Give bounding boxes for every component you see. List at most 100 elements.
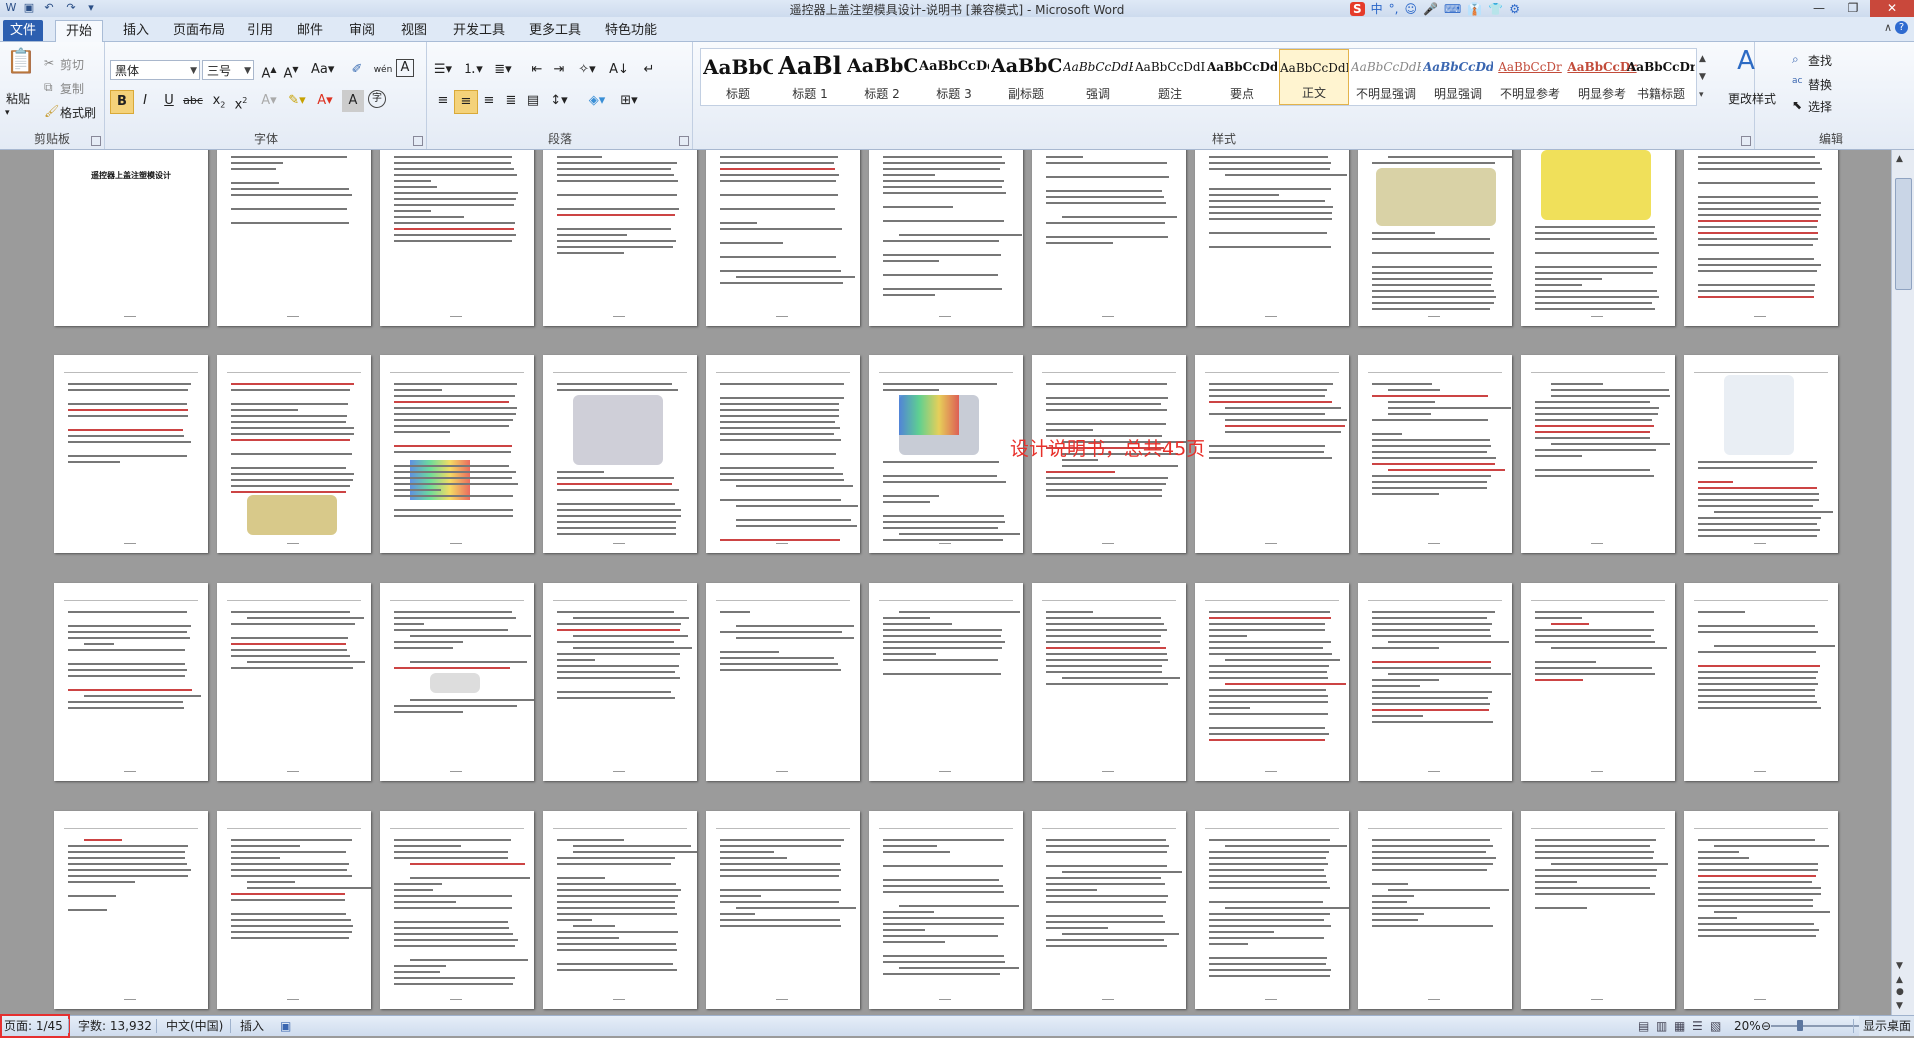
shrink-font-icon[interactable]: A▼ xyxy=(280,59,302,81)
ime-skin-icon[interactable]: 👔 xyxy=(1467,2,1482,16)
phonetic-guide-icon[interactable]: wén xyxy=(372,59,394,81)
page-thumbnail[interactable] xyxy=(380,811,534,1009)
text-effects-icon[interactable]: A▾ xyxy=(258,90,280,112)
page-thumbnail[interactable] xyxy=(543,355,697,553)
next-page-icon[interactable]: ▼ xyxy=(1896,1001,1903,1011)
style-intense-emphasis[interactable]: AaBbCcDdI 明显强调 xyxy=(1423,49,1493,105)
clear-format-icon[interactable]: ✐ xyxy=(346,59,368,81)
format-painter-icon[interactable]: 🖌 xyxy=(44,104,59,118)
style-book-title[interactable]: AaBbCcDr 书籍标题 xyxy=(1627,49,1695,105)
change-styles-icon[interactable]: A xyxy=(1730,48,1762,80)
page-thumbnail[interactable] xyxy=(1684,355,1838,553)
ime-voice-icon[interactable]: 🎤 xyxy=(1423,2,1438,16)
page-thumbnail[interactable] xyxy=(217,811,371,1009)
select-button[interactable]: 选择 xyxy=(1808,98,1832,115)
select-browse-object-icon[interactable]: ● xyxy=(1896,987,1904,997)
style-heading-3[interactable]: AaBbCcDd 标题 3 xyxy=(919,49,989,105)
page-thumbnail[interactable] xyxy=(54,811,208,1009)
paste-dropdown-icon[interactable]: ▾ xyxy=(5,108,10,118)
zoom-out-icon[interactable]: ⊖ xyxy=(1761,1016,1771,1036)
page-thumbnail[interactable] xyxy=(54,355,208,553)
page-thumbnail[interactable] xyxy=(217,583,371,781)
page-thumbnail[interactable] xyxy=(1358,355,1512,553)
char-border-icon[interactable]: A xyxy=(396,59,414,77)
ime-settings-icon[interactable]: ⚙ xyxy=(1509,2,1520,16)
draft-view-icon[interactable]: ▧ xyxy=(1710,1016,1721,1036)
page-thumbnail[interactable] xyxy=(543,150,697,326)
page-thumbnail[interactable] xyxy=(1032,811,1186,1009)
tab-more-tools[interactable]: 更多工具 xyxy=(524,20,586,41)
style-title[interactable]: AaBbC 标题 xyxy=(703,49,773,105)
paste-icon[interactable]: 📋 xyxy=(6,49,36,82)
document-area[interactable]: 遥控器上盖注塑模设计 设计说明书，总共45页 xyxy=(0,150,1892,1015)
zoom-slider-knob[interactable] xyxy=(1797,1020,1803,1031)
insert-mode[interactable]: 插入 xyxy=(240,1016,264,1036)
maximize-button[interactable]: ❐ xyxy=(1836,0,1870,17)
vertical-scrollbar[interactable]: ▲ ▼ ▲ ● ▼ xyxy=(1891,150,1914,1015)
char-shading-icon[interactable]: A xyxy=(342,90,364,112)
distributed-icon[interactable]: ▤ xyxy=(522,90,544,112)
font-color-icon[interactable]: A▾ xyxy=(314,90,336,112)
ime-keyboard-icon[interactable]: ⌨ xyxy=(1444,2,1461,16)
page-thumbnail[interactable]: 遥控器上盖注塑模设计 xyxy=(54,150,208,326)
ime-punctuation-icon[interactable]: °, xyxy=(1389,2,1399,16)
page-thumbnail[interactable] xyxy=(1684,583,1838,781)
font-launcher-icon[interactable] xyxy=(413,136,423,146)
select-icon[interactable]: ⬉ xyxy=(1792,98,1802,112)
tab-view[interactable]: 视图 xyxy=(396,20,432,41)
tab-mailings[interactable]: 邮件 xyxy=(292,20,328,41)
page-thumbnail[interactable] xyxy=(54,583,208,781)
ribbon-minimize-icon[interactable]: ∧ xyxy=(1884,21,1892,34)
style-normal[interactable]: AaBbCcDdI 正文 xyxy=(1279,49,1349,105)
word-count[interactable]: 字数: 13,932 xyxy=(78,1016,152,1036)
replace-button[interactable]: 替换 xyxy=(1808,76,1832,93)
superscript-button[interactable]: x2 xyxy=(230,90,252,112)
find-button[interactable]: 查找 xyxy=(1808,52,1832,69)
close-button[interactable]: ✕ xyxy=(1870,0,1914,17)
sogou-logo-icon[interactable]: S xyxy=(1350,1,1365,16)
font-name-combo[interactable]: 黑体 ▼ xyxy=(110,60,200,80)
style-caption[interactable]: AaBbCcDdI 题注 xyxy=(1135,49,1205,105)
multilevel-list-icon[interactable]: ≣▾ xyxy=(492,59,514,81)
copy-button[interactable]: 复制 xyxy=(60,80,84,97)
page-thumbnail[interactable] xyxy=(1358,150,1512,326)
strikethrough-button[interactable]: abc xyxy=(182,90,204,112)
page-thumbnail[interactable] xyxy=(1521,811,1675,1009)
page-thumbnail[interactable] xyxy=(1032,583,1186,781)
outline-view-icon[interactable]: ☰ xyxy=(1692,1016,1703,1036)
page-thumbnail[interactable] xyxy=(543,811,697,1009)
style-subtitle[interactable]: AaBbC 副标题 xyxy=(991,49,1061,105)
web-layout-icon[interactable]: ▦ xyxy=(1674,1016,1685,1036)
zoom-level[interactable]: 20% xyxy=(1734,1016,1761,1036)
page-thumbnail[interactable] xyxy=(543,583,697,781)
replace-icon[interactable]: ac xyxy=(1792,76,1802,86)
full-screen-reading-icon[interactable]: ▥ xyxy=(1656,1016,1667,1036)
underline-button[interactable]: U xyxy=(158,90,180,112)
scroll-down-icon[interactable]: ▼ xyxy=(1896,961,1903,971)
cut-button[interactable]: 剪切 xyxy=(60,56,84,73)
scrollbar-thumb[interactable] xyxy=(1895,178,1912,290)
cut-icon[interactable]: ✂ xyxy=(44,56,54,70)
sort-icon[interactable]: A↓ xyxy=(608,59,630,81)
page-thumbnail[interactable] xyxy=(869,150,1023,326)
styles-gallery[interactable]: AaBbC 标题 AaBl 标题 1 AaBbC 标题 2 AaBbCcDd 标… xyxy=(700,48,1697,106)
style-emphasis[interactable]: AaBbCcDdE 强调 xyxy=(1063,49,1133,105)
ime-emoji-icon[interactable]: ☺ xyxy=(1405,2,1418,16)
find-icon[interactable]: ⌕ xyxy=(1792,52,1799,67)
gallery-scroll-icon[interactable]: ▲ ▼ ▾ xyxy=(1699,50,1706,104)
page-thumbnail[interactable] xyxy=(1032,150,1186,326)
page-thumbnail[interactable] xyxy=(1684,150,1838,326)
italic-button[interactable]: I xyxy=(134,90,156,112)
style-heading-1[interactable]: AaBl 标题 1 xyxy=(775,49,845,105)
page-thumbnail[interactable] xyxy=(217,355,371,553)
change-case-icon[interactable]: Aa▾ xyxy=(311,59,334,81)
tab-developer[interactable]: 开发工具 xyxy=(448,20,510,41)
page-thumbnail[interactable] xyxy=(1684,811,1838,1009)
page-thumbnail[interactable] xyxy=(1521,150,1675,326)
paste-button[interactable]: 粘贴 xyxy=(6,90,30,107)
page-thumbnail[interactable] xyxy=(1195,811,1349,1009)
scroll-up-icon[interactable]: ▲ xyxy=(1896,154,1903,164)
page-thumbnail[interactable] xyxy=(1195,150,1349,326)
page-thumbnail[interactable] xyxy=(380,583,534,781)
change-styles-button[interactable]: 更改样式 xyxy=(1728,90,1776,107)
